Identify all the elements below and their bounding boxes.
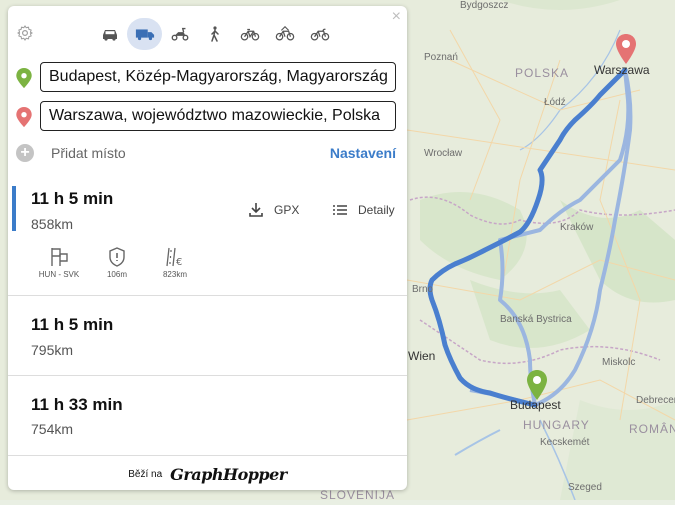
route-distance: 858km xyxy=(31,216,74,232)
mode-car[interactable] xyxy=(92,18,127,50)
gpx-button[interactable]: GPX xyxy=(248,202,299,218)
details-button[interactable]: Detaily xyxy=(332,202,395,218)
end-marker-icon xyxy=(16,107,32,127)
scooter-icon xyxy=(171,27,188,41)
map-label-hungary: HUNGARY xyxy=(523,418,590,432)
detail-border-label: HUN - SVK xyxy=(38,270,80,279)
route-distance: 754km xyxy=(31,421,74,437)
footer: Běží na GraphHopper xyxy=(8,458,407,490)
from-row: Budapest, Közép-Magyarország, Magyarorsz… xyxy=(14,62,400,94)
svg-text:€: € xyxy=(176,257,182,268)
route-time: 11 h 5 min xyxy=(31,189,114,208)
close-icon[interactable]: × xyxy=(392,9,401,25)
gpx-label: GPX xyxy=(274,203,300,217)
truck-icon xyxy=(135,29,154,41)
selected-route-indicator xyxy=(12,186,16,231)
map-label-brno: Brno xyxy=(412,284,434,295)
settings-link[interactable]: Nastavení xyxy=(330,145,396,161)
map-label-bydgoszcz: Bydgoszcz xyxy=(460,0,509,11)
route-time: 11 h 33 min xyxy=(31,395,123,414)
detail-toll-label: 106m xyxy=(106,270,127,279)
vehicle-mode-selector xyxy=(92,18,337,50)
list-icon xyxy=(333,205,347,215)
map-label-szeged: Szeged xyxy=(568,482,602,493)
route-option-1[interactable]: 11 h 5 min 858km GPX Detaily HUN - SVK 1… xyxy=(8,180,407,295)
mode-scooter[interactable] xyxy=(162,18,197,50)
map-label-miskolc: Miskolc xyxy=(602,357,636,368)
border-crossing-icon xyxy=(51,248,68,266)
map-label-debrecen: Debrecen xyxy=(636,395,675,406)
from-input[interactable]: Budapest, Közép-Magyarország, Magyarorsz… xyxy=(40,62,396,92)
mode-racing-bike[interactable] xyxy=(302,18,337,50)
car-icon xyxy=(102,30,117,41)
detail-toll[interactable]: 106m xyxy=(88,246,146,279)
add-location-row[interactable]: + Přidat místo Nastavení xyxy=(14,143,400,163)
mode-truck[interactable] xyxy=(127,18,162,50)
route-option-2[interactable]: 11 h 5 min 795km xyxy=(8,296,407,375)
bike-icon xyxy=(240,28,259,41)
details-label: Detaily xyxy=(358,203,395,217)
map-label-polska: POLSKA xyxy=(515,66,570,80)
map-label-krakow: Kraków xyxy=(560,222,594,233)
graphhopper-logo[interactable]: GraphHopper xyxy=(170,465,287,484)
map-label-wroclaw: Wrocław xyxy=(424,148,463,159)
walking-icon xyxy=(210,26,219,42)
map-label-warszawa: Warszawa xyxy=(594,63,650,77)
divider xyxy=(8,455,407,456)
racing-bike-icon xyxy=(310,28,329,41)
route-detail-icons: HUN - SVK 106m € 823km xyxy=(30,246,204,279)
route-time: 11 h 5 min xyxy=(31,315,114,334)
motorway-icon: € xyxy=(166,247,182,268)
detail-motorway-label: 823km xyxy=(162,270,187,279)
map-label-poznan: Poznań xyxy=(424,52,458,63)
mountain-bike-icon xyxy=(275,26,294,41)
gear-icon[interactable] xyxy=(16,24,34,42)
download-icon xyxy=(249,203,263,217)
detail-border-crossing[interactable]: HUN - SVK xyxy=(30,246,88,279)
mode-mountain-bike[interactable] xyxy=(267,18,302,50)
route-distance: 795km xyxy=(31,342,74,358)
start-marker-icon xyxy=(16,68,32,88)
powered-by-text: Běží na xyxy=(128,468,163,480)
to-input[interactable]: Warszawa, województwo mazowieckie, Polsk… xyxy=(40,101,396,131)
route-option-3[interactable]: 11 h 33 min 754km xyxy=(8,376,407,455)
add-location-label[interactable]: Přidat místo xyxy=(51,145,126,161)
map-label-budapest: Budapest xyxy=(510,398,561,412)
detail-motorway[interactable]: € 823km xyxy=(146,246,204,279)
to-row: Warszawa, województwo mazowieckie, Polsk… xyxy=(14,101,400,133)
add-icon[interactable]: + xyxy=(16,144,34,162)
mode-walking[interactable] xyxy=(197,18,232,50)
map-label-lodz: Łódź xyxy=(544,97,566,108)
map-label-wien: Wien xyxy=(408,349,436,363)
routing-panel: × Budapest, Közép-Magyarország, Magyaror… xyxy=(8,6,407,490)
mode-bike[interactable] xyxy=(232,18,267,50)
toll-icon xyxy=(109,247,125,267)
map-label-romania: ROMÂNIA xyxy=(629,422,675,436)
map-label-banska: Banská Bystrica xyxy=(500,314,572,325)
map-label-kecskemet: Kecskemét xyxy=(540,437,590,448)
